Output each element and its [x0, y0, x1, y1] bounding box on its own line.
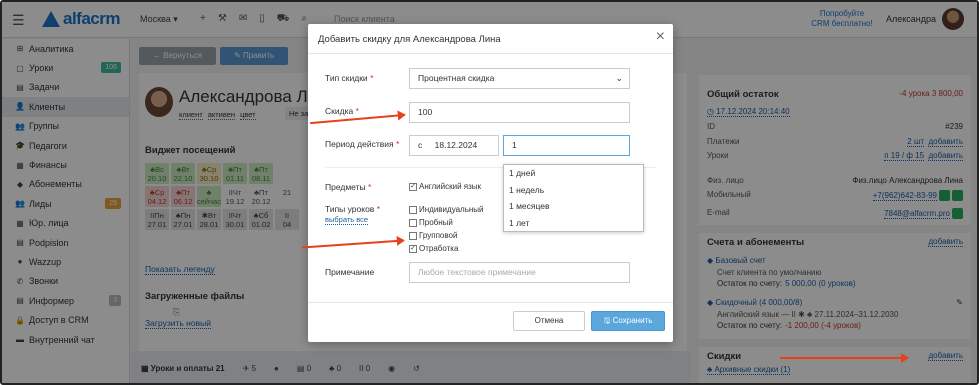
period-unit-dropdown: 1 дней 1 недель 1 месяцев 1 лет — [503, 164, 644, 232]
modal-header: Добавить скидку для Александрова Лина × — [308, 24, 673, 54]
modal-title: Добавить скидку для Александрова Лина — [318, 34, 501, 45]
discount-label: Скидка * — [325, 106, 359, 116]
save-button[interactable]: 🖫 Сохранить — [591, 311, 665, 331]
chevron-down-icon: ⌄ — [615, 73, 623, 83]
select-all-link[interactable]: выбрать все — [325, 215, 369, 225]
app-window: ☰ alfacrm Москва ▾ + ⚒ ✉ ▯ ⛟ ⌕ Поиск кли… — [0, 0, 979, 385]
checkbox-checked-icon: ✓ — [409, 182, 417, 191]
lesson-types-label: Типы уроков * — [325, 204, 380, 214]
add-discount-modal: Добавить скидку для Александрова Лина × … — [308, 24, 673, 342]
subjects-label: Предметы * — [325, 182, 372, 192]
checkbox-icon — [409, 218, 417, 227]
checkbox-icon — [409, 205, 417, 214]
period-option-days[interactable]: 1 дней — [504, 165, 643, 182]
lesson-type-label: Индивидуальный — [419, 205, 484, 214]
checkbox-checked-icon: ✓ — [409, 244, 417, 253]
checkbox-icon — [409, 231, 417, 240]
subject-english-label: Английский язык — [419, 182, 482, 191]
subject-english-checkbox[interactable]: ✓ Английский язык — [409, 182, 481, 191]
lesson-type-individual[interactable]: Индивидуальный — [409, 205, 484, 214]
close-icon[interactable]: × — [656, 28, 665, 46]
cancel-button[interactable]: Отмена — [513, 311, 585, 331]
note-label: Примечание — [325, 267, 375, 277]
modal-footer: Отмена 🖫 Сохранить — [308, 302, 673, 342]
period-start-date[interactable]: с 18.12.2024 — [409, 135, 499, 156]
period-label: Период действия * — [325, 139, 400, 149]
lesson-type-label: Групповой — [419, 231, 458, 240]
lesson-type-group[interactable]: Групповой — [409, 231, 457, 240]
lesson-type-trial[interactable]: Пробный — [409, 218, 453, 227]
note-textarea[interactable]: Любое текстовое примечание — [409, 262, 630, 283]
period-option-months[interactable]: 1 месяцев — [504, 198, 643, 215]
discount-value-input[interactable]: 100 — [409, 102, 630, 123]
period-option-weeks[interactable]: 1 недель — [504, 182, 643, 199]
lesson-type-label: Пробный — [419, 218, 453, 227]
period-duration-input[interactable]: 1 — [503, 135, 630, 156]
period-option-years[interactable]: 1 лет — [504, 215, 643, 232]
type-label: Тип скидки * — [325, 73, 374, 83]
discount-type-select[interactable]: Процентная скидка ⌄ — [409, 68, 630, 89]
period-date-value: 18.12.2024 — [434, 140, 478, 150]
discount-type-value: Процентная скидка — [418, 73, 495, 83]
annotation-arrow — [780, 353, 909, 363]
period-from-label: с — [418, 140, 423, 150]
lesson-type-makeup[interactable]: ✓ Отработка — [409, 244, 458, 253]
lesson-type-label: Отработка — [419, 244, 459, 253]
